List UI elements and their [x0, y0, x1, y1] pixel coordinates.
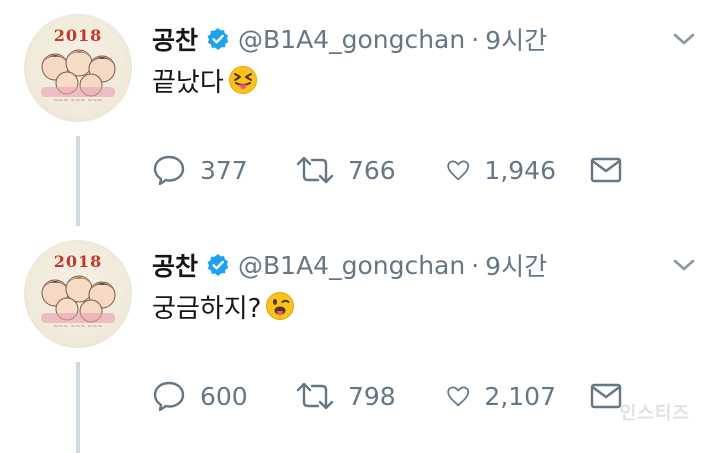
retweet-count: 766: [348, 155, 396, 185]
timestamp[interactable]: 9시간: [485, 247, 547, 283]
user-handle[interactable]: @B1A4_gongchan: [238, 25, 465, 54]
verified-badge-icon: [206, 27, 230, 51]
retweet-button[interactable]: 798: [296, 376, 446, 416]
tweet-actions: 377 766 1,946: [152, 150, 622, 190]
heart-icon: [447, 386, 470, 407]
like-count: 1,946: [484, 155, 556, 185]
tweet-actions: 600 798 2,107: [152, 376, 622, 416]
display-name[interactable]: 공찬: [152, 247, 198, 283]
reply-icon: [153, 381, 185, 412]
verified-badge-icon: [206, 253, 230, 277]
retweet-button[interactable]: 766: [296, 150, 446, 190]
timestamp[interactable]: 9시간: [485, 21, 547, 57]
separator-dot: ·: [471, 24, 480, 54]
reply-button[interactable]: 377: [152, 150, 248, 190]
chevron-down-icon[interactable]: [672, 30, 696, 48]
separator-dot: ·: [471, 250, 480, 280]
avatar[interactable]: 2018 ~~~ ~~~ ~~~: [24, 14, 132, 122]
tweet-text: 끝났다: [152, 60, 258, 100]
direct-message-button[interactable]: [590, 150, 622, 190]
avatar-caption: ~~~ ~~~ ~~~: [53, 323, 103, 330]
like-count: 2,107: [484, 381, 556, 411]
chevron-down-icon[interactable]: [672, 256, 696, 274]
reply-count: 600: [200, 381, 248, 411]
retweet-icon: [296, 156, 334, 184]
reply-icon: [153, 155, 185, 186]
avatar[interactable]: 2018 ~~~ ~~~ ~~~: [24, 240, 132, 348]
winking-face-with-tongue-emoji-icon: [265, 291, 295, 321]
like-button[interactable]: 1,946: [446, 150, 556, 190]
watermark: 인스티즈: [619, 403, 690, 424]
tweet[interactable]: 2018 ~~~ ~~~ ~~~ 공찬 @B1A4_gongchan · 9시간: [0, 226, 720, 452]
tweet-header: 공찬 @B1A4_gongchan · 9시간: [152, 248, 547, 282]
user-handle[interactable]: @B1A4_gongchan: [238, 251, 465, 280]
tweet[interactable]: 2018 ~~~ ~~~ ~~~ 공찬 @B1A4_gongchan · 9시간: [0, 0, 720, 226]
tweet-body: 끝났다: [152, 67, 224, 98]
direct-message-button[interactable]: [590, 376, 622, 416]
heart-icon: [447, 160, 470, 181]
like-button[interactable]: 2,107: [446, 376, 556, 416]
display-name[interactable]: 공찬: [152, 21, 198, 57]
envelope-icon: [590, 157, 622, 183]
reply-count: 377: [200, 155, 248, 185]
tweet-header: 공찬 @B1A4_gongchan · 9시간: [152, 22, 547, 56]
envelope-icon: [590, 383, 622, 409]
tweet-text: 궁금하지?: [152, 286, 295, 326]
avatar-illustration: [41, 275, 116, 323]
avatar-illustration: [41, 49, 116, 97]
retweet-count: 798: [348, 381, 396, 411]
retweet-icon: [296, 382, 334, 410]
reply-button[interactable]: 600: [152, 376, 248, 416]
squinting-face-with-tongue-emoji-icon: [228, 65, 258, 95]
tweet-body: 궁금하지?: [152, 293, 262, 324]
avatar-caption: ~~~ ~~~ ~~~: [53, 97, 103, 104]
